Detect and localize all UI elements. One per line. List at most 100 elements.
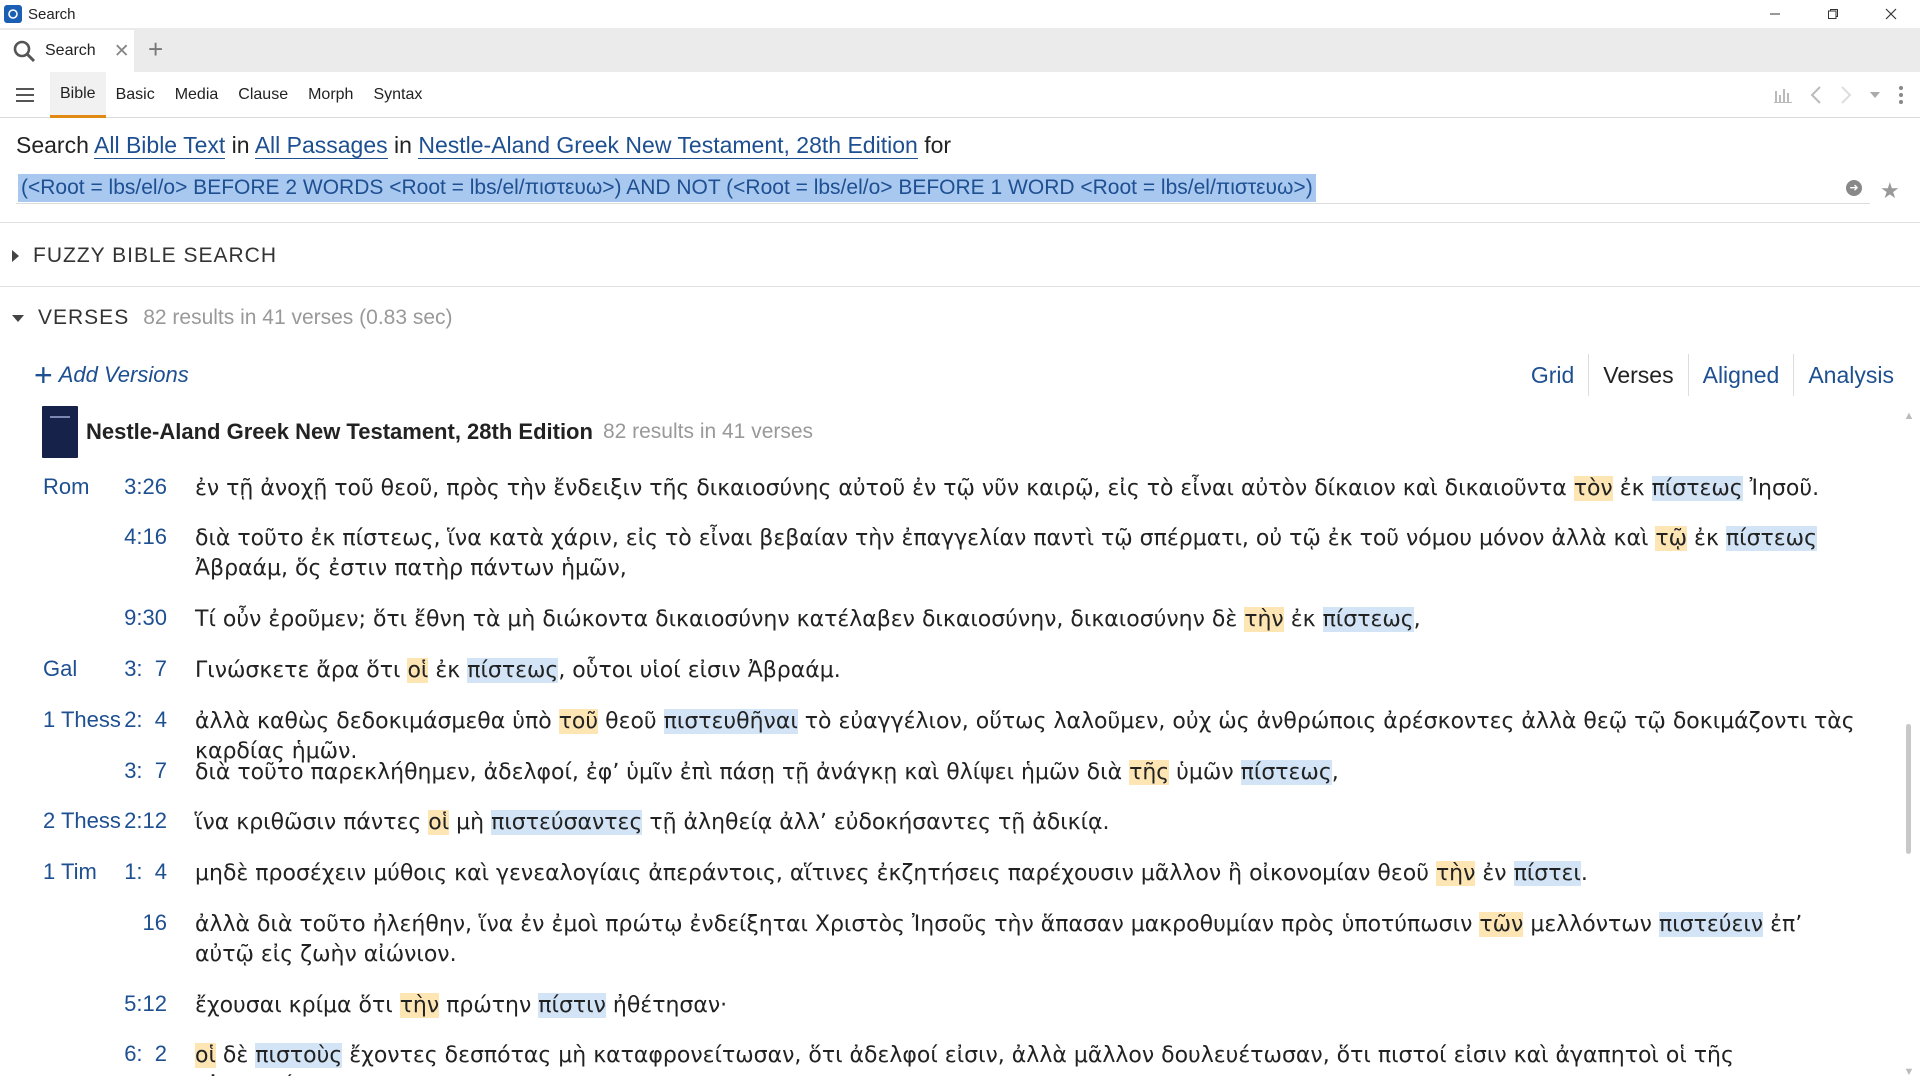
scroll-thumb[interactable] <box>1906 724 1911 854</box>
scroll-down-icon[interactable]: ▼ <box>1902 1066 1916 1080</box>
verse-text-segment: διὰ τοῦτο ἐκ πίστεως, ἵνα κατὰ χάριν, εἰ… <box>195 526 1656 551</box>
article-match[interactable]: οἱ <box>428 810 450 835</box>
verb-match[interactable]: πίστεως <box>1322 607 1414 632</box>
verse-text-segment: ἔχουσαι κρίμα ὅτι <box>195 993 400 1018</box>
verse-text-segment: . <box>1580 861 1588 886</box>
article-match[interactable]: τῆς <box>1129 760 1170 785</box>
tab-media[interactable]: Media <box>165 72 229 118</box>
view-tab-aligned[interactable]: Aligned <box>1689 354 1795 396</box>
verse-book-link[interactable]: 2 Thess <box>43 808 121 834</box>
verses-section-title: VERSES <box>38 306 130 329</box>
verb-match[interactable]: πιστευθῆναι <box>663 709 798 734</box>
for-label: for <box>924 132 952 158</box>
view-tab-grid[interactable]: Grid <box>1517 354 1590 396</box>
verse-book-link[interactable]: 1 Tim <box>43 859 97 885</box>
verse-reference-link[interactable]: 1: 4 <box>124 859 167 885</box>
verse-text-segment: ὑμῶν <box>1169 760 1241 785</box>
bar-chart-icon[interactable] <box>1774 87 1792 103</box>
query-text[interactable]: (<Root = lbs/el/o> BEFORE 2 WORDS <Root … <box>18 174 1316 202</box>
book-cover-icon[interactable] <box>42 406 78 458</box>
close-tab-icon[interactable]: ✕ <box>114 40 130 63</box>
menu-icon[interactable] <box>16 88 34 102</box>
tab-search[interactable]: Search ✕ <box>0 30 134 72</box>
verse-reference-link[interactable]: 9:30 <box>124 605 167 631</box>
scroll-up-icon[interactable]: ▲ <box>1902 410 1916 424</box>
verses-section-header[interactable]: VERSES 82 results in 41 verses (0.83 sec… <box>12 306 453 330</box>
tab-syntax[interactable]: Syntax <box>363 72 432 118</box>
collapse-caret-icon <box>12 314 24 322</box>
resource-title[interactable]: Nestle-Aland Greek New Testament, 28th E… <box>86 419 593 445</box>
verse-book-link[interactable]: 1 Thess <box>43 707 121 733</box>
article-match[interactable]: τὴν <box>1244 607 1284 632</box>
tab-basic[interactable]: Basic <box>106 72 165 118</box>
verse-text-segment: διὰ τοῦτο παρεκλήθημεν, ἀδελφοί, ἐφʼ ὑμῖ… <box>195 760 1130 785</box>
view-tab-analysis[interactable]: Analysis <box>1794 354 1908 396</box>
article-match[interactable]: οἱ <box>407 658 429 683</box>
resource-link[interactable]: Nestle-Aland Greek New Testament, 28th E… <box>418 132 918 159</box>
verse-reference-link[interactable]: 2: 4 <box>124 707 167 733</box>
verb-match[interactable]: πιστοὺς <box>255 1043 343 1068</box>
back-icon[interactable] <box>1810 86 1822 104</box>
verb-match[interactable]: πιστεύειν <box>1658 912 1764 937</box>
verse-text-segment: Τί οὖν ἐροῦμεν; ὅτι ἔθνη τὰ μὴ διώκοντα … <box>195 607 1245 632</box>
tab-bible[interactable]: Bible <box>50 72 106 118</box>
range-link[interactable]: All Passages <box>254 132 388 159</box>
toolbar-actions <box>1774 84 1904 106</box>
add-tab-icon[interactable]: + <box>148 36 163 62</box>
search-input[interactable]: (<Root = lbs/el/o> BEFORE 2 WORDS <Root … <box>16 172 1870 204</box>
verse-reference-link[interactable]: 2:12 <box>124 808 167 834</box>
article-match[interactable]: οἱ <box>195 1043 216 1068</box>
verse-reference-link[interactable]: 3: 7 <box>124 758 167 784</box>
verse-reference-link[interactable]: 3:26 <box>124 474 167 500</box>
verse-text-segment: ἔχοντες δεσπότας μὴ καταφρονείτωσαν, ὅτι… <box>195 1043 1734 1076</box>
article-match[interactable]: τῶν <box>1479 912 1524 937</box>
star-icon[interactable]: ★ <box>1880 178 1900 204</box>
scope-link[interactable]: All Bible Text <box>94 132 226 159</box>
verse-reference-link[interactable]: 4:16 <box>124 524 167 550</box>
add-versions-button[interactable]: + Add Versions <box>34 357 189 393</box>
article-match[interactable]: τοῦ <box>558 709 599 734</box>
restore-icon <box>1828 9 1838 19</box>
verb-match[interactable]: πίστεως <box>1651 476 1743 501</box>
verse-text: ἐν τῇ ἀνοχῇ τοῦ θεοῦ, πρὸς τὴν ἔνδειξιν … <box>195 474 1855 504</box>
minimize-button[interactable] <box>1746 0 1804 28</box>
verb-match[interactable]: πιστεύσαντες <box>491 810 643 835</box>
verse-text-segment: πρώτην <box>439 993 539 1018</box>
verse-text: ἔχουσαι κρίμα ὅτι τὴν πρώτην πίστιν ἠθέτ… <box>195 991 1855 1021</box>
article-match[interactable]: τὴν <box>399 993 440 1018</box>
verb-match[interactable]: πίστεως <box>1240 760 1332 785</box>
verse-reference-link[interactable]: 5:12 <box>124 991 167 1017</box>
tab-label: Search <box>45 42 96 59</box>
verse-reference-link[interactable]: 16 <box>143 910 167 936</box>
verse-book-link[interactable]: Rom <box>43 474 89 500</box>
restore-button[interactable] <box>1804 0 1862 28</box>
forward-icon[interactable] <box>1840 86 1852 104</box>
plus-icon: + <box>34 357 53 393</box>
close-window-button[interactable] <box>1862 0 1920 28</box>
verb-match[interactable]: πίστει <box>1513 861 1581 886</box>
verse-text-segment: Ἀβραάμ, ὅς ἐστιν πατὴρ πάντων ἡμῶν, <box>195 556 627 581</box>
verse-book-link[interactable]: Gal <box>43 656 77 682</box>
search-icon <box>13 40 36 63</box>
verb-match[interactable]: πίστιν <box>538 993 606 1018</box>
article-match[interactable]: τὸν <box>1573 476 1613 501</box>
verse-text-segment: ἐκ <box>428 658 468 683</box>
title-bar: Search <box>0 0 1920 28</box>
tab-clause[interactable]: Clause <box>228 72 298 118</box>
more-options-icon[interactable] <box>1898 85 1904 105</box>
tab-morph[interactable]: Morph <box>298 72 363 118</box>
go-arrow-icon[interactable]: ➜ <box>1846 180 1862 196</box>
verse-text: ἵνα κριθῶσιν πάντες οἱ μὴ πιστεύσαντες τ… <box>195 808 1855 838</box>
view-tab-verses[interactable]: Verses <box>1589 354 1689 396</box>
search-type-tabs: Bible Basic Media Clause Morph Syntax <box>50 72 432 118</box>
chevron-down-icon[interactable] <box>1870 91 1880 99</box>
verb-match[interactable]: πίστεως <box>1725 526 1818 551</box>
fuzzy-section-header[interactable]: FUZZY BIBLE SEARCH <box>12 244 277 268</box>
verb-match[interactable]: πίστεως <box>467 658 559 683</box>
article-match[interactable]: τῷ <box>1655 526 1688 551</box>
scrollbar[interactable]: ▲ ▼ <box>1902 410 1916 1080</box>
article-match[interactable]: τὴν <box>1435 861 1476 886</box>
verse-reference-link[interactable]: 6: 2 <box>124 1041 167 1067</box>
search-description: Search All Bible Text in All Passages in… <box>16 132 951 159</box>
verse-reference-link[interactable]: 3: 7 <box>124 656 167 682</box>
